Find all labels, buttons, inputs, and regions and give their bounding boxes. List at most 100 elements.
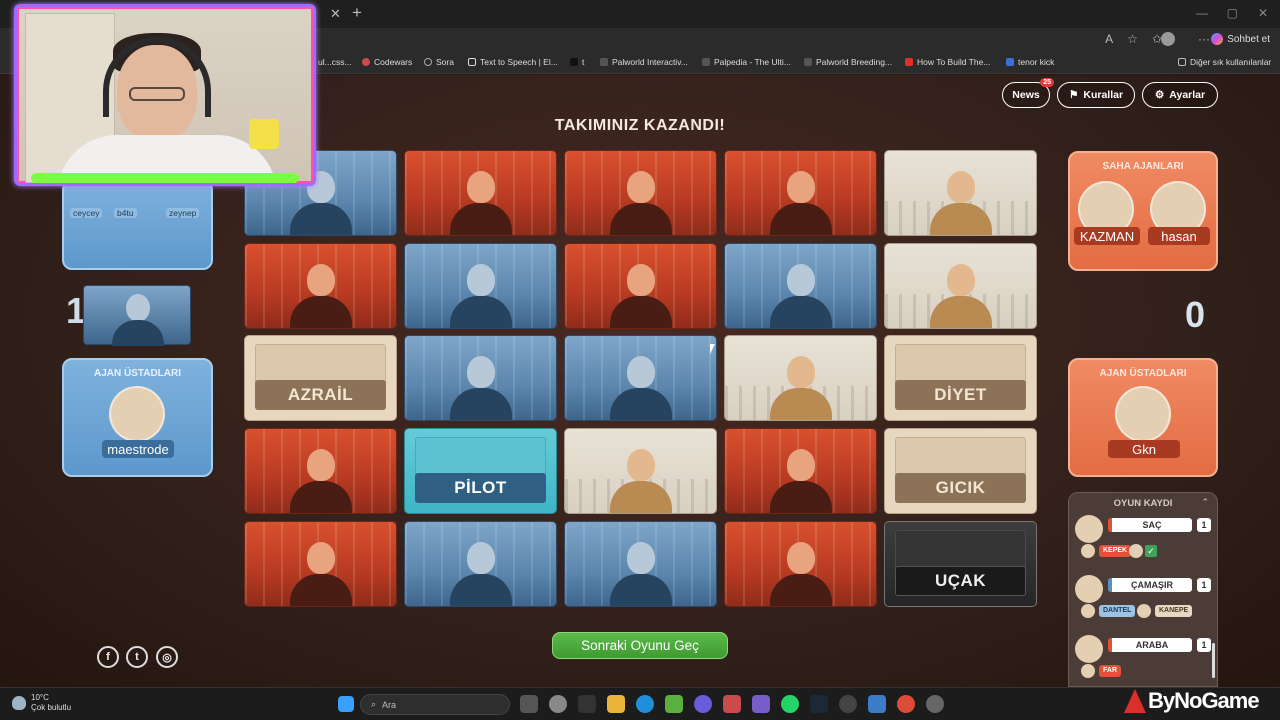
settings-gear-icon[interactable] bbox=[926, 695, 944, 713]
temperature: 10°C bbox=[31, 693, 49, 702]
board-card[interactable] bbox=[404, 243, 557, 329]
codewars-icon bbox=[362, 58, 370, 66]
agent-body bbox=[289, 296, 352, 328]
minimize-icon[interactable]: — bbox=[1196, 6, 1208, 20]
agent-head bbox=[946, 264, 975, 296]
visual-studio-icon[interactable] bbox=[752, 695, 770, 713]
agent-body bbox=[769, 203, 832, 235]
windows-start-icon[interactable] bbox=[338, 696, 354, 712]
agent-head bbox=[786, 264, 815, 296]
obs-icon[interactable] bbox=[839, 695, 857, 713]
board-card[interactable] bbox=[884, 243, 1037, 329]
copilot-button[interactable]: Sohbet et bbox=[1211, 33, 1270, 45]
avatar bbox=[1137, 604, 1151, 618]
webcam-plush bbox=[249, 119, 279, 149]
agent-portrait bbox=[609, 165, 672, 235]
agent-portrait bbox=[769, 536, 832, 606]
sora-icon bbox=[424, 58, 432, 66]
bookmark-item[interactable]: Palworld Breeding... bbox=[804, 57, 892, 67]
board-card[interactable]: UÇAK bbox=[884, 521, 1037, 607]
board-card[interactable] bbox=[724, 428, 877, 514]
read-aloud-icon[interactable]: A bbox=[1105, 32, 1113, 46]
webcam-overlay bbox=[14, 4, 316, 186]
copilot-taskbar-icon[interactable] bbox=[578, 695, 596, 713]
board-card[interactable] bbox=[404, 335, 557, 421]
app-icon[interactable] bbox=[868, 695, 886, 713]
avatar bbox=[1081, 664, 1095, 678]
task-view-icon[interactable] bbox=[520, 695, 538, 713]
board-card[interactable] bbox=[724, 521, 877, 607]
board-card[interactable] bbox=[564, 428, 717, 514]
news-badge: 25 bbox=[1040, 78, 1054, 87]
bookmark-item[interactable]: ul...css... bbox=[318, 57, 352, 67]
maximize-icon[interactable]: ▢ bbox=[1227, 6, 1238, 20]
board-card[interactable] bbox=[564, 521, 717, 607]
agent-head bbox=[626, 356, 655, 388]
cloud-icon bbox=[12, 696, 26, 710]
board-card[interactable] bbox=[884, 150, 1037, 236]
next-game-button[interactable]: Sonraki Oyunu Geç bbox=[552, 632, 728, 659]
bookmark-item[interactable]: Palpedia - The Ulti... bbox=[702, 57, 791, 67]
facebook-icon[interactable]: f bbox=[97, 646, 119, 668]
discord-icon[interactable] bbox=[694, 695, 712, 713]
edge-icon[interactable] bbox=[636, 695, 654, 713]
news-button[interactable]: News 25 bbox=[1002, 78, 1054, 108]
board-card[interactable] bbox=[564, 150, 717, 236]
board-card[interactable] bbox=[244, 428, 397, 514]
clue-word: ÇAMAŞIR bbox=[1108, 578, 1192, 592]
nvidia-icon[interactable] bbox=[665, 695, 683, 713]
page-icon bbox=[702, 58, 710, 66]
profile-avatar[interactable] bbox=[1161, 32, 1175, 46]
board-card[interactable] bbox=[724, 335, 877, 421]
board-card[interactable] bbox=[244, 521, 397, 607]
elevenlabs-icon bbox=[468, 58, 476, 66]
chrome-icon[interactable] bbox=[897, 695, 915, 713]
board-card[interactable]: PİLOT bbox=[404, 428, 557, 514]
operative-name: hasan bbox=[1148, 227, 1210, 245]
more-icon[interactable]: ··· bbox=[1198, 32, 1210, 46]
settings-button[interactable]: ⚙ Ayarlar bbox=[1142, 82, 1218, 108]
log-scrollbar[interactable] bbox=[1212, 643, 1215, 678]
bookmark-item[interactable]: Palworld Interactiv... bbox=[600, 57, 688, 67]
whatsapp-icon[interactable] bbox=[781, 695, 799, 713]
bookmark-item[interactable]: t bbox=[570, 57, 584, 67]
twitter-icon[interactable]: t bbox=[126, 646, 148, 668]
instagram-icon[interactable]: ◎ bbox=[156, 646, 178, 668]
board-card[interactable] bbox=[404, 150, 557, 236]
rules-button[interactable]: ⚑ Kurallar bbox=[1057, 82, 1135, 108]
bookmark-item[interactable]: Text to Speech | El... bbox=[468, 57, 558, 67]
red-score: 0 bbox=[1185, 294, 1206, 335]
favorite-star-icon[interactable]: ☆ bbox=[1127, 32, 1138, 46]
bookmark-item[interactable]: How To Build The... bbox=[905, 57, 990, 67]
board-card[interactable] bbox=[564, 243, 717, 329]
board-card[interactable] bbox=[724, 150, 877, 236]
bookmark-item[interactable]: Codewars bbox=[362, 57, 412, 67]
window-close-icon[interactable]: ✕ bbox=[1258, 6, 1268, 20]
chevron-up-icon[interactable]: ⌃ bbox=[1201, 497, 1209, 508]
board-card[interactable]: DİYET bbox=[884, 335, 1037, 421]
bookmark-folder[interactable]: Diğer sık kullanılanlar bbox=[1178, 57, 1271, 67]
agent-head bbox=[786, 171, 815, 203]
bookmark-item[interactable]: tenor kick bbox=[1006, 57, 1054, 67]
board-card[interactable] bbox=[244, 243, 397, 329]
agent-body bbox=[609, 296, 672, 328]
board-card[interactable] bbox=[724, 243, 877, 329]
app-icon[interactable] bbox=[723, 695, 741, 713]
file-explorer-icon[interactable] bbox=[607, 695, 625, 713]
close-tab-icon[interactable]: ✕ bbox=[330, 6, 341, 22]
bookmark-item[interactable]: Sora bbox=[424, 57, 454, 67]
avatar bbox=[1115, 386, 1171, 442]
board-card[interactable] bbox=[564, 335, 717, 421]
board-card[interactable]: GICIK bbox=[884, 428, 1037, 514]
steam-icon[interactable] bbox=[810, 695, 828, 713]
board-card[interactable]: AZRAİL bbox=[244, 335, 397, 421]
guess-tag: KEPEK bbox=[1099, 545, 1132, 557]
chatgpt-icon[interactable] bbox=[549, 695, 567, 713]
new-tab-icon[interactable]: + bbox=[352, 3, 362, 23]
folder-icon bbox=[1178, 58, 1186, 66]
weather-widget[interactable]: 10°C Çok bulutlu bbox=[12, 693, 71, 713]
taskbar-search[interactable]: ⌕ Ara bbox=[360, 694, 510, 715]
spymaster-name: maestrode bbox=[102, 440, 174, 458]
agent-body bbox=[289, 203, 352, 235]
board-card[interactable] bbox=[404, 521, 557, 607]
